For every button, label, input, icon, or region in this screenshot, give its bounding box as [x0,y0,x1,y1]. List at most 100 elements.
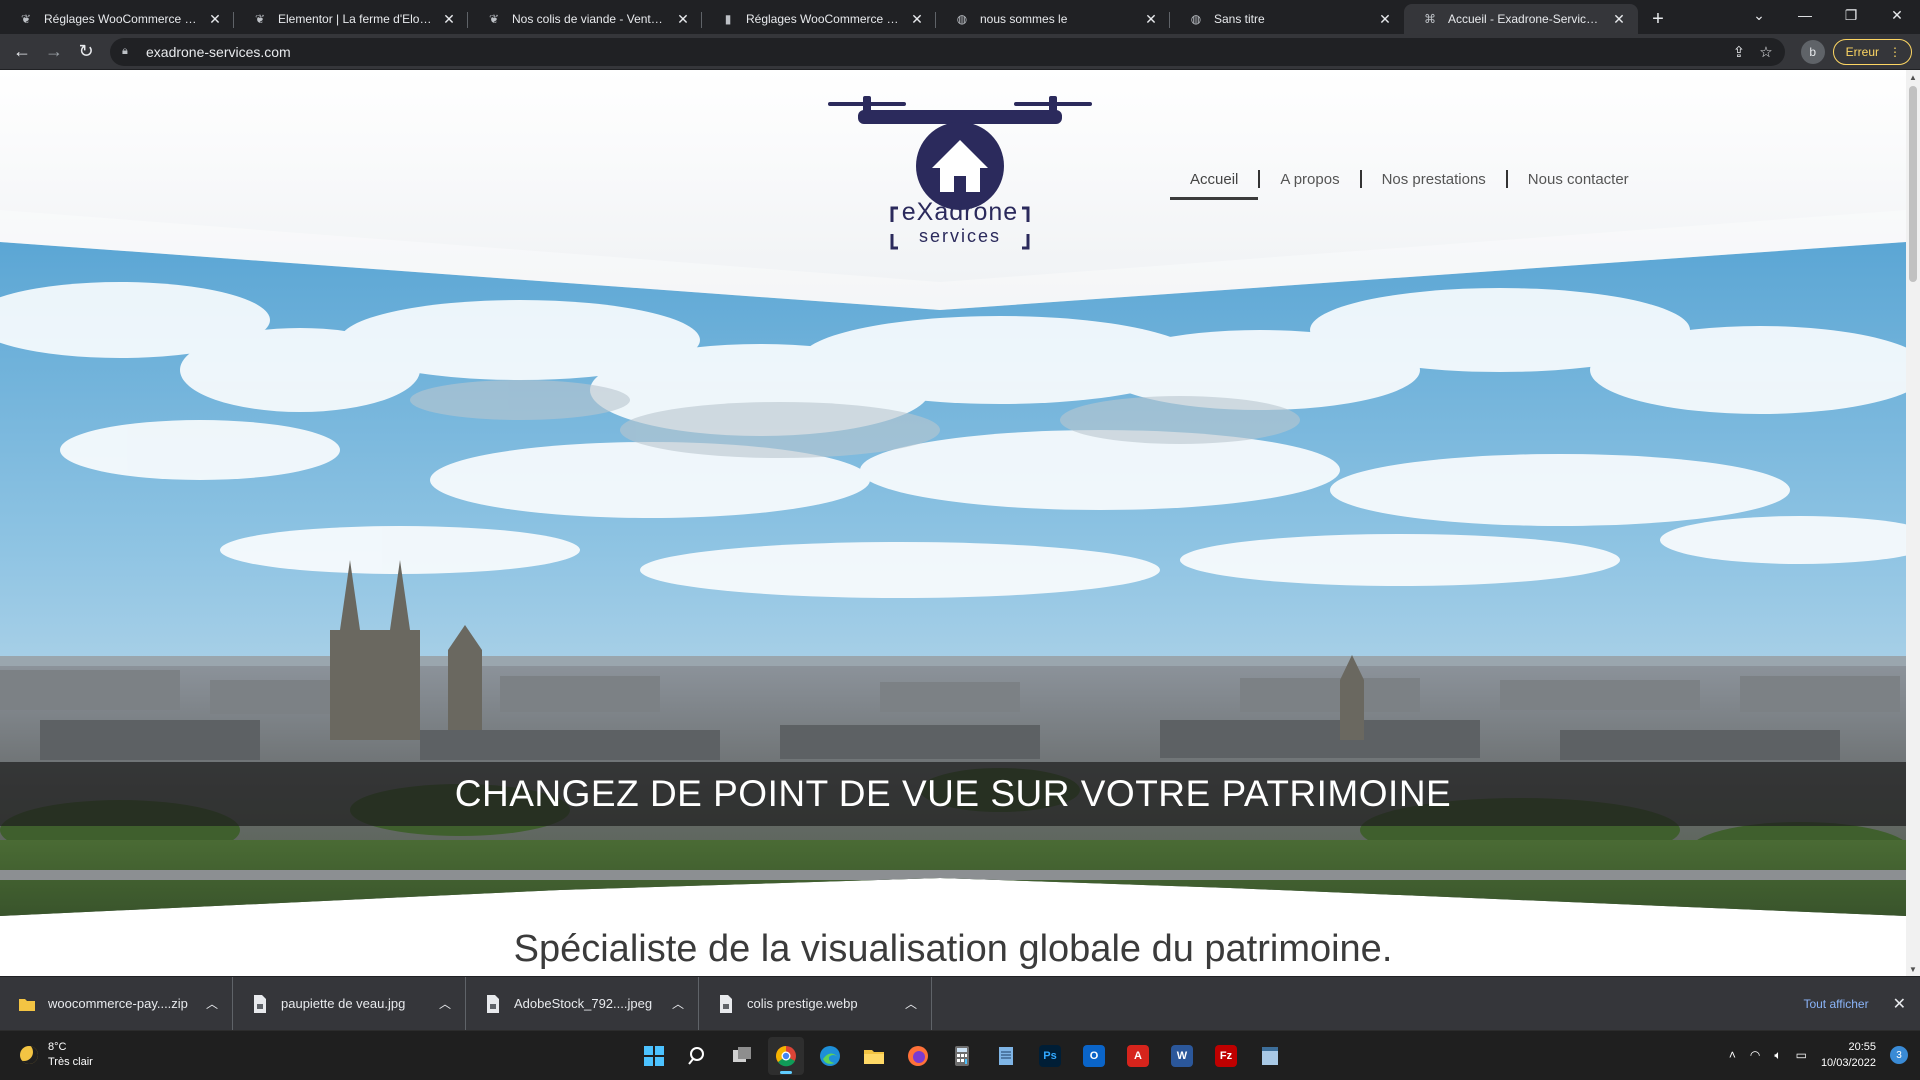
tab-title: Réglages WooCommerce ‹ Vente Directe [44,12,200,26]
hero-banner-text: CHANGEZ DE POINT DE VUE SUR VOTRE PATRIM… [0,762,1906,826]
logo-subtext: services [918,226,1001,246]
page-viewport: eXadrone services Accueil A propos Nos p… [0,70,1920,976]
photoshop-icon[interactable]: Ps [1032,1037,1068,1075]
tab-title: nous sommes le [980,12,1068,26]
windows-start-icon[interactable] [636,1037,672,1075]
folder-icon [19,998,35,1011]
firefox-icon[interactable] [900,1037,936,1075]
tab-accueil-exadrone[interactable]: ⌘ Accueil - Exadrone-Services Angers ✕ [1404,4,1638,34]
close-icon[interactable]: ✕ [1376,10,1394,28]
forward-button[interactable]: → [40,38,68,66]
chevron-up-icon[interactable]: ︿ [206,995,218,1012]
scroll-up-arrow-icon[interactable]: ▲ [1906,70,1920,84]
new-tab-button[interactable]: + [1644,5,1672,33]
weather-widget[interactable]: 8°C Très clair [20,1040,93,1070]
windows-taskbar: 8°C Très clair Ps O A W Fz ˄ ◠ 🔈︎ ▭ 20:5… [0,1030,1920,1080]
chevron-up-icon[interactable]: ︿ [905,995,917,1012]
outlook-icon[interactable]: O [1076,1037,1112,1075]
kebab-menu-icon: ⋮ [1889,44,1901,59]
file-explorer-icon[interactable] [856,1037,892,1075]
back-button[interactable]: ← [8,38,36,66]
download-item[interactable]: AdobeStock_792....jpeg ︿ [466,976,699,1031]
bottle-icon: ▮ [724,12,732,26]
show-all-downloads-link[interactable]: Tout afficher [1803,997,1868,1011]
calculator-icon[interactable] [944,1037,980,1075]
share-icon[interactable]: ⇪ [1733,43,1746,61]
close-icon[interactable]: ✕ [1142,10,1160,28]
notes-icon[interactable] [1252,1037,1288,1075]
globe-icon: ◍ [956,12,968,26]
minimize-button[interactable]: — [1782,0,1828,30]
close-icon[interactable]: ✕ [440,10,458,28]
nav-item-nous-contacter[interactable]: Nous contacter [1508,164,1649,194]
moon-weather-icon [20,1046,38,1064]
close-icon[interactable]: ✕ [1610,10,1628,28]
download-filename: woocommerce-pay....zip [48,996,188,1011]
error-label: Erreur [1845,44,1879,59]
chevron-up-icon[interactable]: ︿ [439,995,451,1012]
search-icon[interactable] [680,1037,716,1075]
download-filename: AdobeStock_792....jpeg [514,996,653,1011]
tab-title: Nos colis de viande - Vente Directe [512,12,668,26]
profile-avatar[interactable]: b [1800,39,1825,64]
tab-title: Sans titre [1214,12,1265,26]
tab-search-icon[interactable]: ⌄ [1736,0,1782,30]
acrobat-icon[interactable]: A [1120,1037,1156,1075]
edge-icon[interactable] [812,1037,848,1075]
volume-icon[interactable]: 🔈︎ [1774,1048,1781,1063]
close-window-button[interactable]: ✕ [1874,0,1920,30]
download-item[interactable]: woocommerce-pay....zip ︿ [0,976,233,1031]
tab-title: Réglages WooCommerce ‹ Le Dr [746,12,902,26]
reload-button[interactable]: ↻ [72,38,100,66]
page-scrollbar[interactable]: ▲ ▼ [1906,70,1920,976]
close-icon[interactable]: ✕ [674,10,692,28]
image-file-icon [720,994,732,1013]
task-view-icon[interactable] [724,1037,760,1075]
filezilla-icon[interactable]: Fz [1208,1037,1244,1075]
tab-elementor[interactable]: ❦ Elementor | La ferme d'Elodie ✕ [234,4,468,34]
nav-item-nos-prestations[interactable]: Nos prestations [1362,164,1506,194]
clock[interactable]: 20:55 10/03/2022 [1821,1039,1876,1071]
logo-wordmark: eXadrone [901,198,1019,226]
scrollbar-thumb[interactable] [1909,86,1917,282]
chevron-up-icon[interactable]: ˄ [1729,1048,1736,1062]
bookmark-star-icon[interactable]: ☆ [1759,43,1772,61]
maximize-button[interactable]: ❐ [1828,0,1874,30]
system-tray: ˄ ◠ 🔈︎ ▭ 20:55 10/03/2022 3 [1729,1039,1908,1071]
nav-item-a-propos[interactable]: A propos [1260,164,1359,194]
chevron-up-icon[interactable]: ︿ [672,995,684,1012]
wordpress-icon: ❦ [20,12,32,26]
wordpress-icon: ❦ [488,12,500,26]
address-bar[interactable]: 🔒︎ exadrone-services.com ⇪ ☆ [110,37,1785,66]
tab-nous-sommes-le[interactable]: ◍ nous sommes le ✕ [936,4,1170,34]
close-icon[interactable]: ✕ [1893,994,1906,1014]
lock-icon[interactable]: 🔒︎ [122,45,136,58]
battery-icon[interactable]: ▭ [1796,1048,1807,1062]
close-icon[interactable]: ✕ [206,10,224,28]
globe-icon: ◍ [1190,12,1202,26]
url-text: exadrone-services.com [146,43,291,60]
tab-woocommerce-vente[interactable]: ❦ Réglages WooCommerce ‹ Vente Directe ✕ [0,4,234,34]
tab-sans-titre[interactable]: ◍ Sans titre ✕ [1170,4,1404,34]
download-filename: colis prestige.webp [747,996,858,1011]
notification-badge[interactable]: 3 [1890,1046,1908,1064]
chrome-icon[interactable] [768,1037,804,1075]
tab-colis-viande[interactable]: ❦ Nos colis de viande - Vente Directe ✕ [468,4,702,34]
wifi-icon[interactable]: ◠ [1750,1048,1760,1062]
image-file-icon [487,994,499,1013]
scroll-down-arrow-icon[interactable]: ▼ [1906,962,1920,976]
word-icon[interactable]: W [1164,1037,1200,1075]
window-controls: ⌄ — ❐ ✕ [1736,0,1920,30]
error-button[interactable]: Erreur ⋮ [1832,38,1912,65]
browser-tab-strip: ❦ Réglages WooCommerce ‹ Vente Directe ✕… [0,0,1920,34]
drone-icon: ⌘ [1424,12,1436,26]
tab-woocommerce-le-dr[interactable]: ▮ Réglages WooCommerce ‹ Le Dr ✕ [702,4,936,34]
weather-description: Très clair [48,1056,93,1068]
download-item[interactable]: colis prestige.webp ︿ [699,976,932,1031]
main-navigation: Accueil A propos Nos prestations Nous co… [1170,164,1649,200]
notepad-icon[interactable] [988,1037,1024,1075]
image-file-icon [254,994,266,1013]
close-icon[interactable]: ✕ [908,10,926,28]
nav-item-accueil[interactable]: Accueil [1170,164,1259,200]
download-item[interactable]: paupiette de veau.jpg ︿ [233,976,466,1031]
